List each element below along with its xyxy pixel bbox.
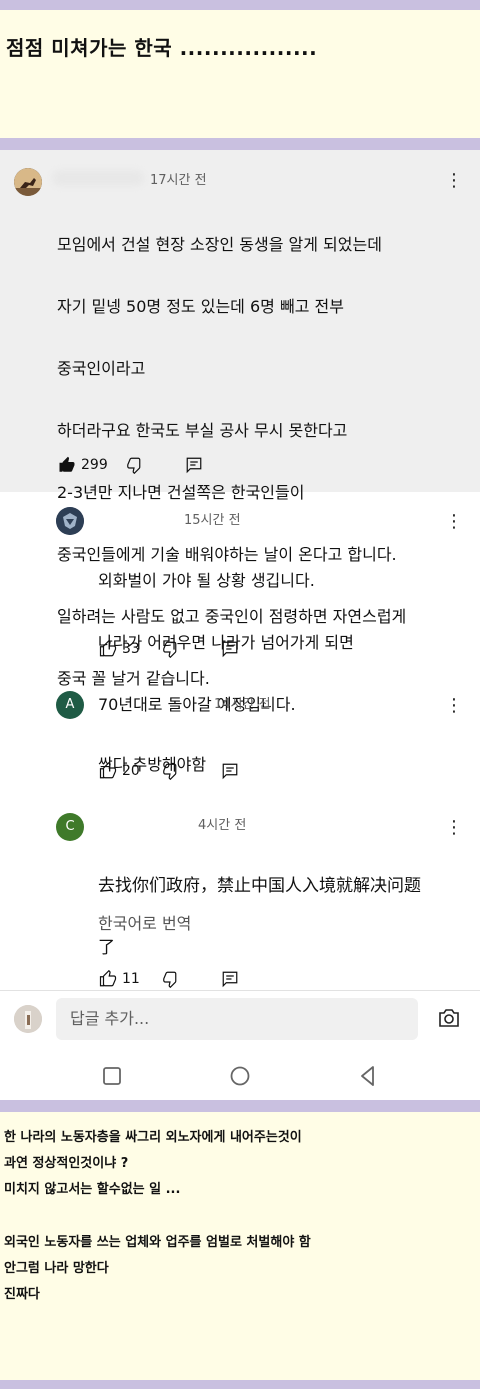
thumbs-up-icon[interactable] bbox=[98, 762, 118, 780]
more-icon[interactable]: ⋮ bbox=[445, 513, 463, 531]
main-comment: 17시간 전 ⋮ 모임에서 건설 현장 소장인 동생을 알게 되었는데 자기 밑… bbox=[0, 150, 480, 688]
reply-icon[interactable] bbox=[220, 762, 240, 780]
reply-actions: 11 bbox=[98, 970, 240, 988]
camera-icon[interactable] bbox=[436, 1006, 462, 1030]
more-icon[interactable]: ⋮ bbox=[445, 819, 463, 837]
thumbs-up-icon[interactable] bbox=[98, 640, 118, 658]
comment-line: 중국인이라고 bbox=[57, 359, 146, 378]
title-area: 점점 미쳐가는 한국 ................. bbox=[0, 10, 480, 138]
reply-avatar[interactable] bbox=[56, 507, 84, 535]
translate-link[interactable]: 한국어로 번역 bbox=[98, 910, 191, 934]
comment-time: 17시간 전 bbox=[150, 173, 207, 188]
separator-band bbox=[0, 1100, 480, 1112]
username-blurred bbox=[52, 170, 144, 186]
like-count: 299 bbox=[81, 457, 108, 473]
comment-actions: 299 bbox=[57, 456, 204, 474]
emblem-icon bbox=[56, 507, 84, 535]
system-nav-bar bbox=[0, 1050, 480, 1102]
reply-input[interactable]: 답글 추가... bbox=[56, 998, 418, 1040]
nav-recents-icon[interactable] bbox=[100, 1064, 124, 1088]
reply-avatar[interactable]: C bbox=[56, 813, 84, 841]
caption-line: 한 나라의 노동자층을 싸그리 외노자에게 내어주는것이 bbox=[4, 1130, 302, 1145]
nav-back-icon[interactable] bbox=[356, 1064, 380, 1088]
divider bbox=[0, 990, 480, 991]
more-icon[interactable]: ⋮ bbox=[445, 172, 463, 190]
thumbs-down-icon[interactable] bbox=[126, 456, 146, 474]
top-band bbox=[0, 0, 480, 10]
horse-rider-icon bbox=[14, 168, 42, 196]
caption-line: 안그럼 나라 망한다 bbox=[4, 1261, 109, 1276]
reply-line: 了 bbox=[98, 938, 115, 958]
caption-line: 미치지 않고서는 할수없는 일 ... bbox=[4, 1182, 181, 1197]
user-avatar[interactable] bbox=[14, 168, 42, 196]
comment-line: 모임에서 건설 현장 소장인 동생을 알게 되었는데 bbox=[57, 235, 382, 254]
post-title: 점점 미쳐가는 한국 ................. bbox=[6, 36, 318, 60]
like-count: 20 bbox=[122, 763, 140, 779]
reply-line: 외화벌이 가야 될 상황 생깁니다. bbox=[98, 571, 315, 590]
bottom-band bbox=[0, 1380, 480, 1389]
comment-line: 자기 밑넹 50명 정도 있는데 6명 빼고 전부 bbox=[57, 297, 344, 316]
comment-line: 하더라구요 한국도 부실 공사 무시 못한다고 bbox=[57, 421, 348, 440]
like-count: 33 bbox=[122, 641, 140, 657]
reply-actions: 33 bbox=[98, 640, 240, 658]
comment-screenshot: 17시간 전 ⋮ 모임에서 건설 현장 소장인 동생을 알게 되었는데 자기 밑… bbox=[0, 150, 480, 1100]
comment-line: 2-3년만 지나면 건설쪽은 한국인들이 bbox=[57, 483, 305, 502]
thumbs-down-icon[interactable] bbox=[162, 762, 182, 780]
reply-time: 15시간 전 bbox=[184, 513, 241, 528]
separator-band bbox=[0, 138, 480, 150]
caption-line: 외국인 노동자를 쓰는 업체와 업주를 엄벌로 처벌해야 함 bbox=[4, 1235, 311, 1250]
reply-icon[interactable] bbox=[184, 456, 204, 474]
reply-actions: 20 bbox=[98, 762, 240, 780]
thumbs-down-icon[interactable] bbox=[162, 970, 182, 988]
my-avatar bbox=[14, 1005, 42, 1033]
caption-line: 과연 정상적인것이냐 ? bbox=[4, 1156, 129, 1171]
caption-line: 진짜다 bbox=[4, 1287, 40, 1302]
reply-time: 14시간 전 bbox=[214, 697, 271, 712]
more-icon[interactable]: ⋮ bbox=[445, 697, 463, 715]
reply-line: 去找你们政府，禁止中国人入境就解决问题 bbox=[98, 876, 421, 896]
like-count: 11 bbox=[122, 971, 140, 987]
nav-home-icon[interactable] bbox=[228, 1064, 252, 1088]
caption-area: 한 나라의 노동자층을 싸그리 외노자에게 내어주는것이 과연 정상적인것이냐 … bbox=[0, 1112, 480, 1380]
reply-avatar[interactable]: A bbox=[56, 691, 84, 719]
thumbs-down-icon[interactable] bbox=[162, 640, 182, 658]
thumbs-up-icon[interactable] bbox=[57, 456, 77, 474]
profile-photo-icon bbox=[14, 1005, 42, 1033]
reply-icon[interactable] bbox=[220, 640, 240, 658]
reply-icon[interactable] bbox=[220, 970, 240, 988]
reply-time: 4시간 전 bbox=[198, 818, 247, 833]
thumbs-up-icon[interactable] bbox=[98, 970, 118, 988]
